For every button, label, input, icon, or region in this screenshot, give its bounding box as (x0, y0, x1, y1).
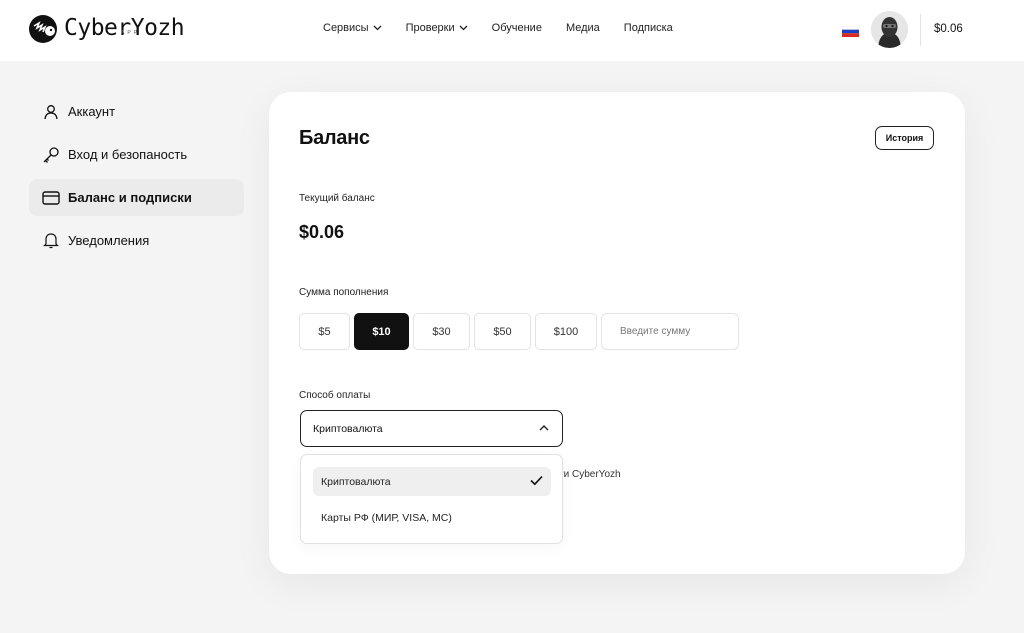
chevron-down-icon (459, 25, 468, 31)
terms-text-partial: уги CyberYozh (555, 469, 621, 480)
payment-method-label: Способ оплаты (299, 390, 371, 401)
logo-text: CyberYozh (64, 15, 185, 41)
header-balance[interactable]: $0.06 (934, 23, 963, 35)
chevron-down-icon (373, 25, 382, 31)
payment-method-select[interactable]: Криптовалюта (300, 410, 563, 447)
amount-button-100[interactable]: $100 (535, 313, 597, 350)
nav-item-checks[interactable]: Проверки (406, 22, 468, 34)
amount-button-5[interactable]: $5 (299, 313, 350, 350)
top-header: CyberYozh APP Сервисы Проверки Обучение … (0, 0, 1024, 61)
balance-card: Баланс История Текущий баланс $0.06 Сумм… (269, 92, 965, 574)
sidebar-item-label: Аккаунт (68, 104, 116, 119)
amount-options: $5 $10 $30 $50 $100 (299, 313, 739, 350)
nav-item-label: Сервисы (323, 22, 369, 34)
header-divider (920, 14, 921, 46)
sidebar-item-account[interactable]: Аккаунт (29, 93, 244, 130)
nav-item-learning[interactable]: Обучение (492, 22, 542, 34)
history-button[interactable]: История (875, 126, 934, 150)
amount-button-50[interactable]: $50 (474, 313, 531, 350)
checkmark-icon (530, 475, 543, 486)
bell-icon (41, 231, 61, 251)
logo-subtitle: APP (121, 30, 141, 36)
payment-option-label: Криптовалюта (321, 475, 391, 488)
current-balance-value: $0.06 (299, 222, 345, 242)
card-icon (41, 188, 61, 208)
user-icon (41, 102, 61, 122)
masked-user-avatar-icon (871, 11, 908, 48)
nav-item-label: Проверки (405, 22, 455, 34)
payment-method-dropdown: Криптовалюта Карты РФ (МИР, VISA, MC) (300, 454, 563, 544)
nav-item-services[interactable]: Сервисы (323, 22, 382, 34)
amount-button-30[interactable]: $30 (413, 313, 470, 350)
avatar[interactable] (871, 11, 908, 48)
payment-method-value: Криптовалюта (313, 422, 383, 435)
sidebar-item-label: Уведомления (68, 233, 150, 248)
topup-amount-label: Сумма пополнения (299, 287, 389, 298)
sidebar-item-label: Баланс и подписки (68, 190, 192, 205)
logo[interactable]: CyberYozh (28, 14, 185, 44)
chevron-up-icon (539, 425, 549, 431)
payment-option-crypto[interactable]: Криптовалюта (313, 467, 551, 496)
key-icon (41, 145, 61, 165)
nav-item-label: Медиа (565, 22, 600, 34)
current-balance-label: Текущий баланс (299, 193, 375, 204)
custom-amount-input[interactable] (601, 313, 739, 350)
payment-option-label: Карты РФ (МИР, VISA, MC) (321, 511, 452, 524)
settings-sidebar: Аккаунт Вход и безопаность Баланс и подп… (29, 93, 244, 265)
sidebar-item-security[interactable]: Вход и безопаность (29, 136, 244, 173)
sidebar-item-balance[interactable]: Баланс и подписки (29, 179, 244, 216)
nav-item-media[interactable]: Медиа (566, 22, 600, 34)
amount-button-10[interactable]: $10 (354, 313, 409, 350)
russia-flag-icon[interactable] (842, 26, 859, 37)
main-nav: Сервисы Проверки Обучение Медиа Подписка (323, 22, 697, 34)
sidebar-item-notifications[interactable]: Уведомления (29, 222, 244, 259)
nav-item-subscription[interactable]: Подписка (624, 22, 673, 34)
nav-item-label: Подписка (623, 22, 673, 34)
sidebar-item-label: Вход и безопаность (68, 147, 188, 162)
page-title: Баланс (299, 127, 370, 149)
hedgehog-logo-icon (29, 15, 57, 43)
nav-item-label: Обучение (491, 22, 542, 34)
payment-option-rf-cards[interactable]: Карты РФ (МИР, VISA, MC) (313, 503, 551, 532)
